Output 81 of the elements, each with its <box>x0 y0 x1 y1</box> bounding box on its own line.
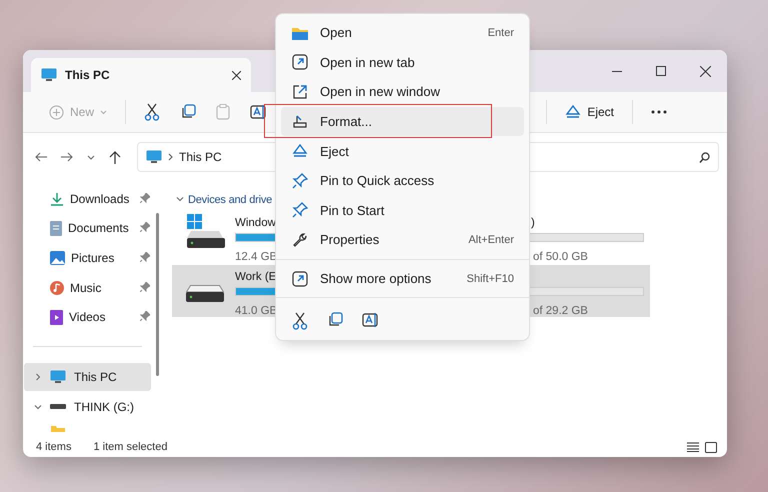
document-icon <box>50 220 62 236</box>
pin-icon <box>292 202 308 218</box>
chevron-icon <box>168 153 173 161</box>
caret-icon <box>100 110 108 114</box>
minimize-icon <box>612 70 622 72</box>
monitor-icon <box>50 370 66 384</box>
eject-button[interactable]: Eject <box>555 97 624 127</box>
tree-item[interactable]: This PC <box>24 362 151 391</box>
shortcut-label: Enter <box>488 26 514 39</box>
total-space: of 50.0 GB <box>533 251 588 263</box>
up-button[interactable] <box>109 150 121 164</box>
monitor-icon <box>146 150 162 164</box>
eject-icon <box>565 104 582 120</box>
picture-icon <box>50 250 65 265</box>
drive-icon <box>50 404 66 410</box>
format-icon <box>292 114 308 130</box>
cut-icon[interactable] <box>144 103 160 121</box>
pin-icon[interactable] <box>140 252 150 262</box>
details-view-icon[interactable] <box>687 442 699 452</box>
total-space: of 29.2 GB <box>533 305 588 317</box>
more-icon <box>651 110 667 114</box>
forward-button[interactable] <box>61 152 73 162</box>
menu-item[interactable]: Open in new window <box>281 77 524 107</box>
chevron-icon[interactable] <box>176 195 184 203</box>
tree-item[interactable]: THINK (G:) <box>24 392 151 421</box>
eject-icon <box>292 143 308 160</box>
close-tab-icon[interactable] <box>232 70 241 80</box>
wrench-icon <box>292 232 308 248</box>
copy-icon[interactable] <box>180 104 196 120</box>
windows-drive-icon <box>186 214 225 248</box>
back-button[interactable] <box>35 152 47 162</box>
pin-icon[interactable] <box>140 282 150 292</box>
drive-name: Window <box>235 217 276 229</box>
rename-icon[interactable] <box>362 312 380 328</box>
menu-item[interactable]: Show more options Shift+F10 <box>281 264 524 294</box>
tab-title: This PC <box>65 68 111 82</box>
folder-icon <box>51 426 65 432</box>
download-icon <box>50 192 64 206</box>
menu-item[interactable]: Open in new tab <box>281 48 524 78</box>
menu-item[interactable]: Format... <box>281 106 524 136</box>
sidebar-item[interactable]: Videos <box>23 302 150 332</box>
sidebar-item[interactable]: Pictures <box>23 243 150 273</box>
chevron-icon[interactable] <box>34 402 42 411</box>
monitor-icon <box>41 68 57 82</box>
maximize-icon <box>656 66 666 76</box>
new-tab-icon <box>292 54 308 70</box>
menu-item[interactable]: Pin to Quick access <box>281 166 524 196</box>
video-icon <box>50 310 63 325</box>
search-icon[interactable] <box>699 152 710 162</box>
hard-drive-icon <box>186 285 224 302</box>
section-header[interactable]: Devices and drive <box>176 189 272 211</box>
shortcut-label: Shift+F10 <box>466 272 514 285</box>
rename-icon[interactable] <box>250 104 268 120</box>
recent-button[interactable] <box>87 154 95 160</box>
drive-name: Work (E <box>235 271 276 283</box>
menu-item[interactable]: Open Enter <box>281 18 524 48</box>
sidebar-item[interactable]: Music <box>23 272 150 302</box>
tab[interactable]: This PC <box>31 58 251 92</box>
chevron-icon[interactable] <box>34 372 42 381</box>
pin-icon[interactable] <box>140 311 150 322</box>
new-window-icon <box>292 84 308 100</box>
menu-item[interactable]: Pin to Start <box>281 196 524 226</box>
pin-icon[interactable] <box>140 222 150 232</box>
folder-icon <box>292 26 308 40</box>
menu-item[interactable]: Properties Alt+Enter <box>281 225 524 255</box>
pin-icon[interactable] <box>140 192 150 203</box>
pin-icon <box>292 172 308 189</box>
close-icon <box>700 66 710 76</box>
selection-count: 1 item selected <box>93 441 168 453</box>
shortcut-label: Alt+Enter <box>468 234 514 246</box>
sidebar-item[interactable]: Documents <box>23 214 150 244</box>
more-options-icon <box>292 270 308 287</box>
item-count: 4 items <box>36 441 72 453</box>
menu-item[interactable]: Eject <box>281 136 524 166</box>
drive-name: ) <box>531 217 535 229</box>
copy-icon[interactable] <box>327 312 343 328</box>
plus-icon <box>49 104 64 120</box>
cut-icon[interactable] <box>292 312 308 330</box>
music-icon <box>50 280 64 295</box>
tiles-view-icon[interactable] <box>705 442 717 452</box>
sidebar-item[interactable]: Downloads <box>23 184 150 214</box>
